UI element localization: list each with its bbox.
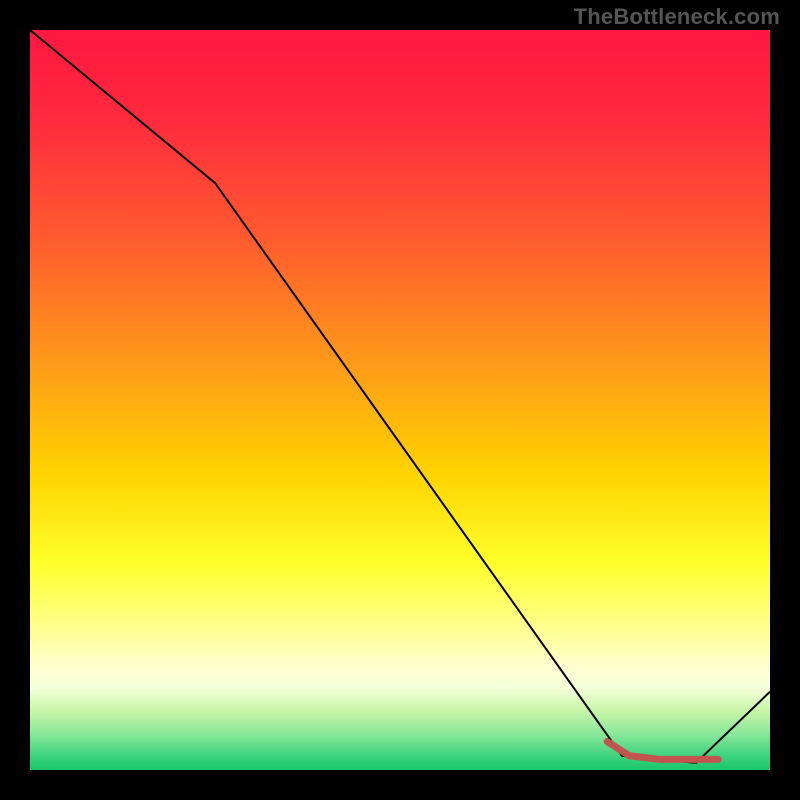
- watermark-text: TheBottleneck.com: [574, 4, 780, 30]
- chart-svg: [30, 30, 770, 770]
- plot-area: [30, 30, 770, 770]
- chart-frame: TheBottleneck.com: [0, 0, 800, 800]
- series-main-curve: [30, 30, 770, 763]
